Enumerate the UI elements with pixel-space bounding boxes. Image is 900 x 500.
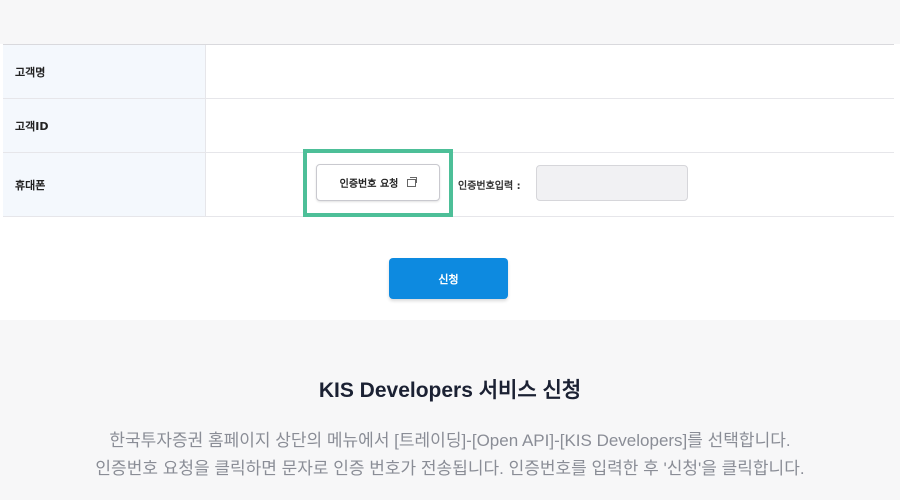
request-code-button-label: 인증번호 요청 [339, 179, 399, 190]
request-code-button[interactable]: 인증번호 요청 [316, 164, 440, 201]
description-line-1: 한국투자증권 홈페이지 상단의 메뉴에서 [트레이딩]-[Open API]-[… [109, 431, 791, 450]
form-row-customer-name: 고객명 [3, 45, 894, 99]
form-row-phone: 휴대폰 인증번호 요청 인증번호입력 : [3, 149, 894, 217]
customer-id-label: 고객ID [3, 99, 206, 152]
phone-value: 인증번호 요청 인증번호입력 : [206, 149, 894, 217]
section-title: KIS Developers 서비스 신청 [318, 379, 582, 402]
customer-name-label: 고객명 [3, 45, 206, 98]
description-line-2: 인증번호 요청을 클릭하면 문자로 인증 번호가 전송됩니다. 인증번호를 입력… [95, 459, 805, 478]
top-background [0, 0, 900, 44]
form-row-customer-id: 고객ID [3, 99, 894, 153]
code-input-label: 인증번호입력 : [458, 181, 521, 192]
phone-label: 휴대폰 [3, 153, 206, 216]
code-input[interactable] [536, 165, 688, 201]
application-form: 고객명 고객ID 휴대폰 인증번호 요청 인증번호입력 : 신청 [0, 44, 900, 320]
submit-button[interactable]: 신청 [389, 258, 508, 299]
popup-icon [407, 176, 418, 187]
form-table: 고객명 고객ID 휴대폰 인증번호 요청 인증번호입력 : [3, 44, 894, 217]
customer-name-value [206, 45, 894, 98]
customer-id-value [206, 99, 894, 152]
